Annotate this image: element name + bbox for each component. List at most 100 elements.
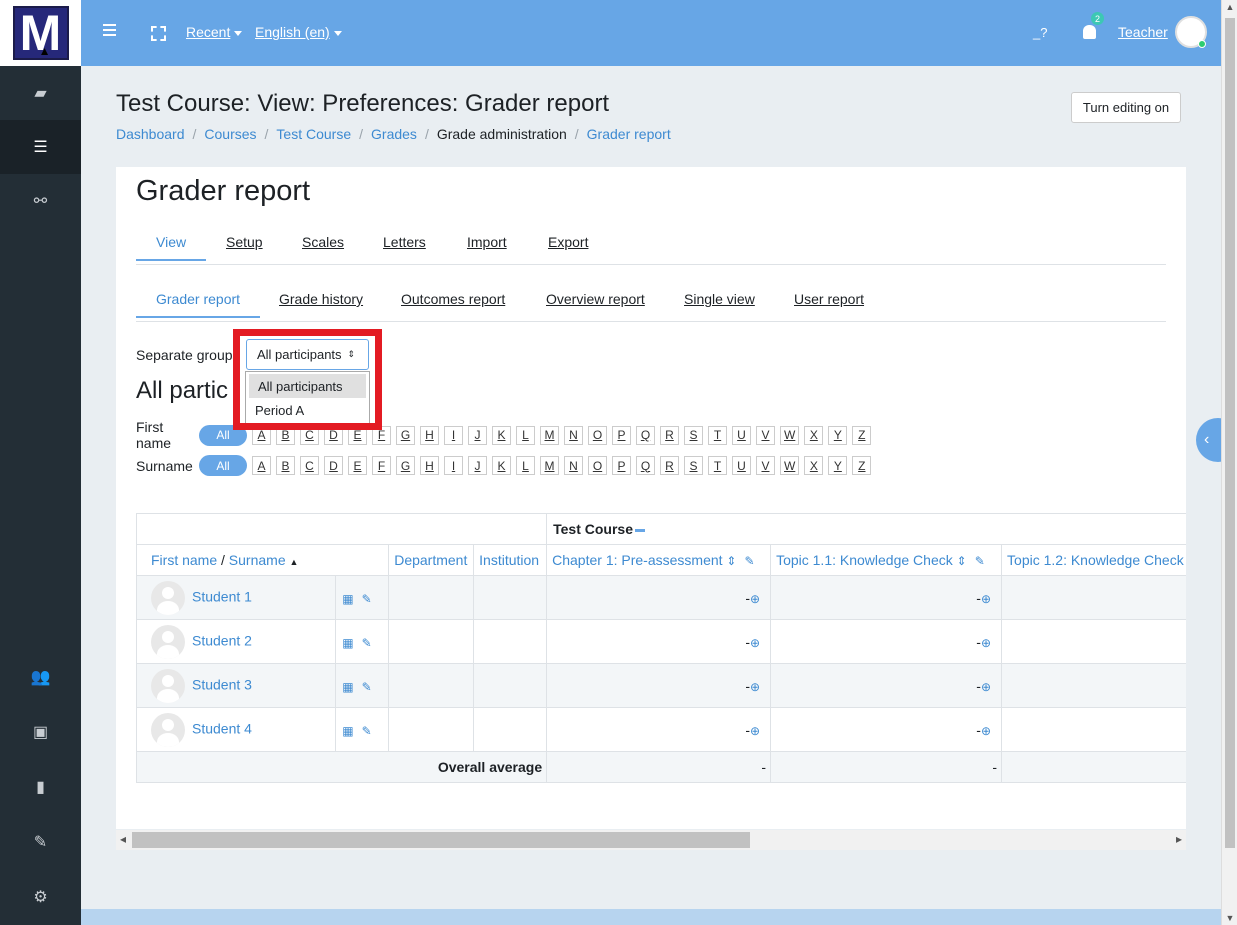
option-period-a[interactable]: Period A	[246, 398, 369, 422]
grade-cell[interactable]: -⊕	[546, 663, 772, 708]
sort-icon[interactable]: ⇕	[957, 554, 967, 568]
firstname-letter-n[interactable]: N	[564, 425, 583, 445]
zoom-icon[interactable]: ⊕	[750, 592, 760, 606]
surname-letter-h[interactable]: H	[420, 456, 439, 475]
tab-scales[interactable]: Scales	[302, 234, 344, 250]
firstname-letter-s[interactable]: S	[684, 425, 703, 445]
firstname-letter-h[interactable]: H	[420, 425, 439, 445]
firstname-letter-u[interactable]: U	[732, 425, 751, 445]
tab-grade-history[interactable]: Grade history	[279, 291, 363, 307]
breadcrumb-dashboard[interactable]: Dashboard	[116, 126, 185, 142]
edit-icon[interactable]: ✎	[975, 554, 985, 568]
grade-cell[interactable]: -⊕	[546, 619, 772, 664]
breadcrumb-grader-report[interactable]: Grader report	[587, 126, 671, 142]
scroll-thumb[interactable]	[1225, 18, 1235, 848]
grade-cell[interactable]	[1001, 575, 1186, 620]
surname-letter-r[interactable]: R	[660, 456, 679, 475]
surname-letter-u[interactable]: U	[732, 456, 751, 475]
tab-single-view[interactable]: Single view	[684, 291, 755, 307]
surname-letter-v[interactable]: V	[756, 456, 775, 475]
firstname-letter-r[interactable]: R	[660, 425, 679, 445]
surname-letter-p[interactable]: P	[612, 456, 631, 475]
surname-letter-w[interactable]: W	[780, 456, 800, 475]
firstname-letter-b[interactable]: B	[276, 425, 295, 445]
firstname-letter-k[interactable]: K	[492, 425, 511, 445]
link-icon[interactable]: ⚯	[0, 174, 81, 228]
surname-letter-i[interactable]: I	[444, 456, 463, 475]
grade-cell[interactable]	[1001, 663, 1186, 708]
surname-letter-e[interactable]: E	[348, 456, 367, 475]
firstname-letter-v[interactable]: V	[756, 425, 775, 445]
zoom-icon[interactable]: ⊕	[981, 592, 991, 606]
scroll-thumb[interactable]	[132, 832, 750, 848]
hamburger-menu-icon[interactable]	[103, 24, 116, 36]
institution-sort-link[interactable]: Institution	[479, 552, 539, 568]
surname-letter-g[interactable]: G	[396, 456, 415, 475]
student-link[interactable]: Student 2	[192, 632, 252, 648]
firstname-letter-g[interactable]: G	[396, 425, 415, 445]
scroll-up-icon[interactable]: ▲	[1222, 2, 1237, 12]
notification-bell-icon[interactable]	[1083, 25, 1096, 39]
zoom-icon[interactable]: ⊕	[981, 724, 991, 738]
user-menu[interactable]: Teacher	[1118, 24, 1168, 40]
surname-letter-f[interactable]: F	[372, 456, 391, 475]
sort-surname-link[interactable]: Surname	[229, 552, 286, 568]
table-icon[interactable]: ▦	[342, 724, 353, 738]
tab-letters[interactable]: Letters	[383, 234, 426, 250]
firstname-letter-i[interactable]: I	[444, 425, 463, 445]
vertical-scrollbar[interactable]: ▲ ▼	[1221, 0, 1237, 925]
surname-letter-q[interactable]: Q	[636, 456, 655, 475]
edit-icon[interactable]: ✎	[362, 636, 372, 650]
sort-firstname-link[interactable]: First name	[151, 552, 217, 568]
firstname-letter-z[interactable]: Z	[852, 425, 872, 445]
breadcrumb-test-course[interactable]: Test Course	[276, 126, 351, 142]
edit-icon[interactable]: ✎	[362, 724, 372, 738]
zoom-icon[interactable]: ⊕	[981, 680, 991, 694]
firstname-all-pill[interactable]: All	[199, 424, 247, 446]
firstname-letter-c[interactable]: C	[300, 425, 319, 445]
grade-cell[interactable]: -⊕	[546, 575, 772, 620]
grade-cell[interactable]: -⊕	[770, 707, 1003, 752]
firstname-letter-d[interactable]: D	[324, 425, 343, 445]
zoom-icon[interactable]: ⊕	[750, 636, 760, 650]
collapse-icon[interactable]	[635, 528, 645, 532]
col1-link[interactable]: Chapter 1: Pre-assessment	[552, 552, 722, 568]
grade-cell[interactable]: -⊕	[770, 619, 1003, 664]
surname-letter-c[interactable]: C	[300, 456, 319, 475]
student-link[interactable]: Student 3	[192, 676, 252, 692]
surname-letter-d[interactable]: D	[324, 456, 343, 475]
grade-cell[interactable]: -⊕	[770, 575, 1003, 620]
tab-view[interactable]: View	[136, 234, 207, 261]
grade-cell[interactable]	[1001, 619, 1186, 664]
tab-user-report[interactable]: User report	[794, 291, 864, 307]
firstname-letter-o[interactable]: O	[588, 425, 607, 445]
surname-letter-b[interactable]: B	[276, 456, 295, 475]
tab-setup[interactable]: Setup	[226, 234, 263, 250]
table-icon[interactable]: ▦	[342, 592, 353, 606]
col2-link[interactable]: Topic 1.1: Knowledge Check	[776, 552, 953, 568]
firstname-letter-w[interactable]: W	[780, 425, 800, 445]
edit-icon[interactable]: ✎	[362, 592, 372, 606]
table-icon[interactable]: ▦	[342, 636, 353, 650]
table-icon[interactable]: ▦	[342, 680, 353, 694]
surname-letter-k[interactable]: K	[492, 456, 511, 475]
grade-cell[interactable]: -⊕	[770, 663, 1003, 708]
firstname-letter-p[interactable]: P	[612, 425, 631, 445]
edit-icon[interactable]: ✎	[362, 680, 372, 694]
scroll-down-icon[interactable]: ▼	[1222, 913, 1237, 923]
firstname-letter-f[interactable]: F	[372, 425, 391, 445]
breadcrumb-courses[interactable]: Courses	[204, 126, 256, 142]
surname-all-pill[interactable]: All	[199, 455, 247, 476]
surname-letter-o[interactable]: O	[588, 456, 607, 475]
book-icon[interactable]: ▰	[0, 66, 81, 120]
student-link[interactable]: Student 1	[192, 588, 252, 604]
firstname-letter-t[interactable]: T	[708, 425, 727, 445]
department-sort-link[interactable]: Department	[394, 552, 467, 568]
surname-letter-s[interactable]: S	[684, 456, 703, 475]
firstname-letter-a[interactable]: A	[252, 425, 271, 445]
firstname-letter-j[interactable]: J	[468, 425, 487, 445]
col3-link[interactable]: Topic 1.2: Knowledge Check	[1007, 552, 1184, 568]
sort-icon[interactable]: ⇕	[726, 554, 736, 568]
firstname-letter-q[interactable]: Q	[636, 425, 655, 445]
surname-letter-m[interactable]: M	[540, 456, 559, 475]
